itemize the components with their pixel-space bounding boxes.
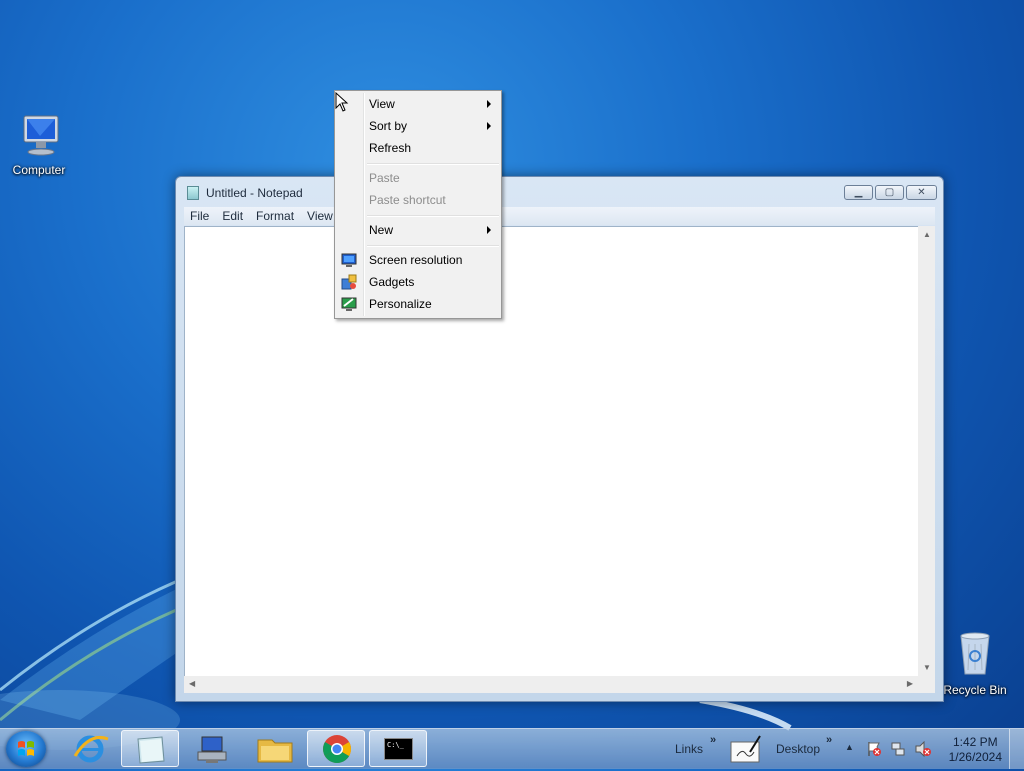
- taskbar-chrome[interactable]: [307, 730, 365, 767]
- clock-time: 1:42 PM: [952, 735, 998, 749]
- menu-item-new[interactable]: New: [337, 219, 499, 241]
- menu-item-personalize[interactable]: Personalize: [337, 293, 499, 315]
- menu-item-sort-by[interactable]: Sort by: [337, 115, 499, 137]
- taskbar-file-explorer[interactable]: [246, 730, 304, 767]
- show-desktop-button[interactable]: [1009, 729, 1024, 769]
- desktop-icon-recycle-bin[interactable]: Recycle Bin: [940, 630, 1010, 697]
- taskbar-internet-explorer[interactable]: [62, 730, 120, 767]
- taskbar-notepad[interactable]: [121, 730, 179, 767]
- menu-item-label: Sort by: [369, 119, 408, 133]
- minimize-icon: ▁: [854, 187, 863, 198]
- menu-file[interactable]: File: [184, 207, 216, 224]
- text-editor[interactable]: [184, 226, 935, 693]
- menu-item-refresh[interactable]: Refresh: [337, 137, 499, 159]
- taskbar: C:\_ Links » Desktop » ▲ 1:42 PM 1/26/20…: [0, 728, 1024, 769]
- menu-item-label: View: [369, 97, 395, 111]
- close-icon: ✕: [917, 187, 926, 198]
- menu-item-label: Paste: [369, 171, 400, 185]
- personalize-icon: [341, 297, 357, 311]
- action-center-flag-icon[interactable]: [866, 741, 882, 757]
- notepad-icon: [187, 186, 199, 200]
- taskbar-network-computer[interactable]: [184, 730, 242, 767]
- taskbar-drawing-pad[interactable]: [728, 732, 764, 766]
- system-clock[interactable]: 1:42 PM 1/26/2024: [949, 735, 1002, 765]
- menu-separator: [367, 245, 499, 247]
- menu-item-label: Screen resolution: [369, 253, 463, 267]
- links-toolbar-label[interactable]: Links: [675, 742, 703, 756]
- notepad-window[interactable]: Untitled - Notepad ▁ ▢ ✕ File Edit Forma…: [175, 176, 944, 702]
- command-prompt-text: C:\_: [387, 741, 404, 749]
- network-computer-icon: [197, 736, 227, 763]
- submenu-arrow-icon: [487, 226, 491, 234]
- menu-item-label: Paste shortcut: [369, 193, 446, 207]
- desktop-context-menu: View Sort by Refresh Paste Paste shortcu…: [334, 90, 502, 319]
- menu-item-label: New: [369, 223, 394, 237]
- menu-item-label: Gadgets: [369, 275, 415, 289]
- desktop-toolbar-label[interactable]: Desktop: [776, 742, 820, 756]
- command-prompt-icon: C:\_: [384, 738, 413, 760]
- recycle-bin-icon: [960, 632, 990, 675]
- menu-item-screen-resolution[interactable]: Screen resolution: [337, 249, 499, 271]
- desktop-icon-label: Computer: [12, 163, 66, 177]
- chrome-icon: [323, 735, 351, 763]
- menu-item-paste-shortcut[interactable]: Paste shortcut: [337, 189, 499, 211]
- submenu-arrow-icon: [487, 100, 491, 108]
- clock-date: 1/26/2024: [948, 750, 1002, 764]
- submenu-arrow-icon: [487, 122, 491, 130]
- internet-explorer-icon: [73, 735, 109, 763]
- menu-format[interactable]: Format: [250, 207, 301, 224]
- file-explorer-icon: [257, 739, 293, 763]
- links-chevron-icon[interactable]: »: [710, 734, 716, 746]
- gadgets-icon: [341, 274, 357, 290]
- network-icon[interactable]: [890, 741, 906, 757]
- title-bar[interactable]: Untitled - Notepad ▁ ▢ ✕: [176, 177, 943, 207]
- close-button[interactable]: ✕: [906, 185, 937, 200]
- menu-item-gadgets[interactable]: Gadgets: [337, 271, 499, 293]
- menu-item-label: Personalize: [369, 297, 432, 311]
- computer-icon: [23, 115, 59, 156]
- maximize-icon: ▢: [884, 187, 895, 198]
- menu-separator: [367, 215, 499, 217]
- taskbar-command-prompt[interactable]: C:\_: [369, 730, 427, 767]
- desktop-chevron-icon[interactable]: »: [826, 734, 832, 746]
- menu-item-paste[interactable]: Paste: [337, 167, 499, 189]
- menu-separator: [367, 163, 499, 165]
- menu-bar: File Edit Format View: [184, 207, 935, 225]
- show-hidden-icons-icon[interactable]: ▲: [845, 742, 854, 752]
- tablet-input-icon: [730, 735, 761, 763]
- start-button[interactable]: [6, 731, 46, 767]
- window-title: Untitled - Notepad: [206, 186, 303, 200]
- menu-item-label: Refresh: [369, 141, 412, 155]
- desktop-icon-label: Recycle Bin: [943, 683, 1007, 697]
- minimize-button[interactable]: ▁: [844, 185, 873, 200]
- menu-edit[interactable]: Edit: [216, 207, 250, 224]
- screen-resolution-icon: [341, 253, 357, 267]
- mouse-cursor-icon: [335, 92, 349, 112]
- desktop-icon-computer[interactable]: Computer: [4, 114, 74, 177]
- notepad-icon: [137, 736, 165, 764]
- windows-logo-icon: [18, 741, 34, 756]
- menu-item-view[interactable]: View: [337, 93, 499, 115]
- maximize-button[interactable]: ▢: [875, 185, 904, 200]
- volume-muted-icon[interactable]: [914, 741, 932, 757]
